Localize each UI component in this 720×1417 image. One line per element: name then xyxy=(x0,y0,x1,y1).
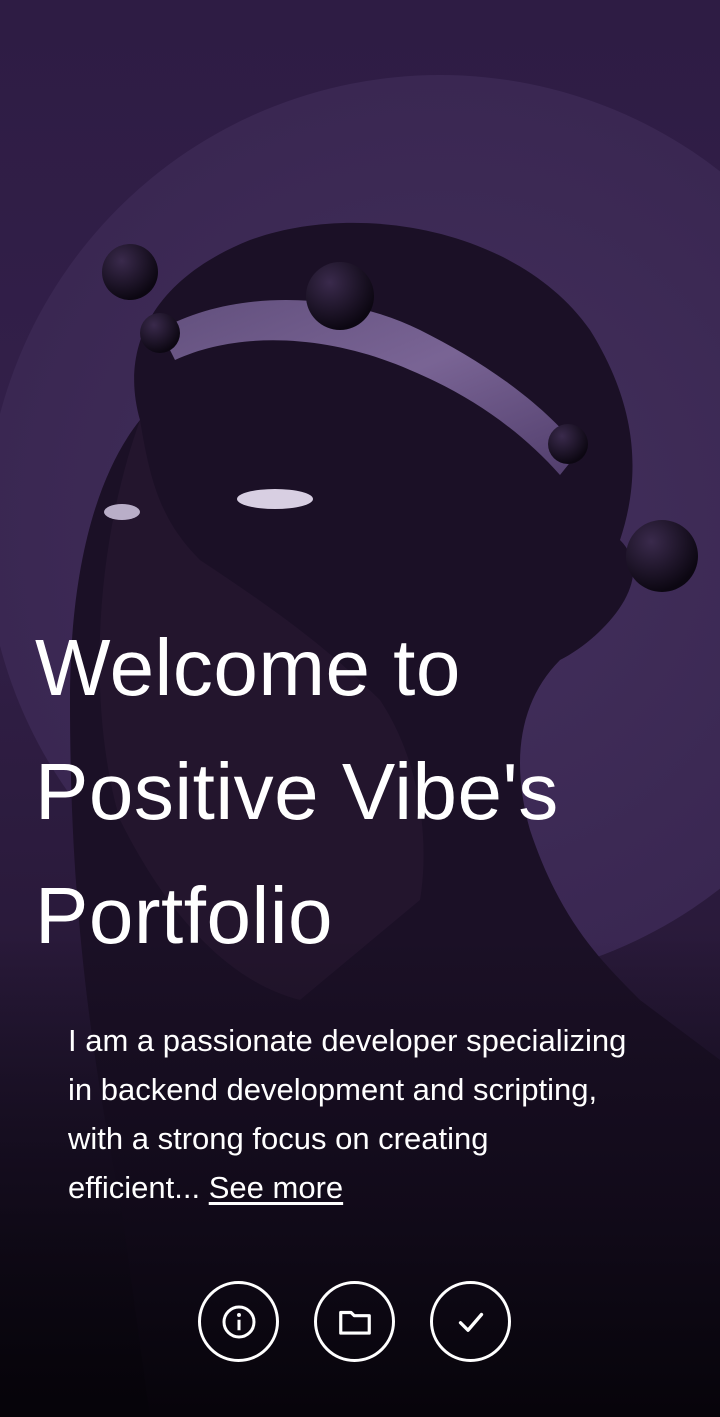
confirm-button[interactable] xyxy=(430,1281,511,1362)
folder-icon xyxy=(338,1310,371,1335)
check-icon xyxy=(458,1312,483,1332)
sphere-4 xyxy=(548,424,588,464)
see-more-link[interactable]: See more xyxy=(209,1170,343,1205)
projects-folder-button[interactable] xyxy=(314,1281,395,1362)
eye-right xyxy=(104,504,140,520)
page-title: Welcome to Positive Vibe's Portfolio xyxy=(35,606,685,978)
sphere-3 xyxy=(140,313,180,353)
title-line-1: Welcome to xyxy=(35,623,461,712)
eye-left xyxy=(237,489,313,509)
portfolio-screen: Welcome to Positive Vibe's Portfolio I a… xyxy=(0,0,720,1417)
info-button[interactable] xyxy=(198,1281,279,1362)
action-buttons xyxy=(198,1281,511,1362)
info-icon xyxy=(222,1305,255,1338)
title-line-3: Portfolio xyxy=(35,871,333,960)
sphere-1 xyxy=(102,244,158,300)
bio-text: I am a passionate developer specializing… xyxy=(68,1016,628,1212)
sphere-5 xyxy=(626,520,698,592)
bio-excerpt: I am a passionate developer specializing… xyxy=(68,1023,627,1205)
sphere-2 xyxy=(306,262,374,330)
title-line-2: Positive Vibe's xyxy=(35,747,559,836)
